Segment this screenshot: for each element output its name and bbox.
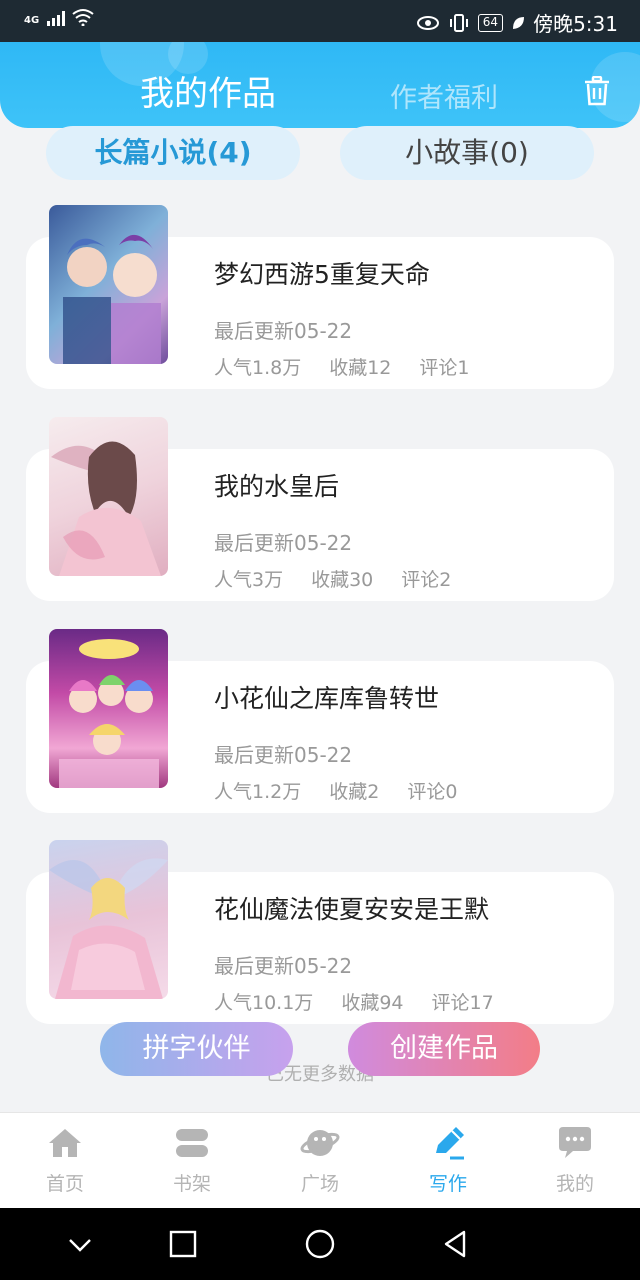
wifi-icon xyxy=(72,9,94,26)
favorites: 收藏2 xyxy=(329,781,380,803)
nav-label: 首页 xyxy=(45,1173,84,1195)
tab-stories[interactable]: 小故事(0) xyxy=(340,126,594,180)
planet-icon xyxy=(300,1130,340,1156)
popularity: 人气1.8万 xyxy=(214,357,302,379)
work-stats: 人气10.1万 收藏94 评论17 xyxy=(214,988,494,1015)
cover-image xyxy=(49,417,168,576)
work-title: 梦幻西游5重复天命 xyxy=(214,260,430,289)
nav-item-home[interactable]: 首页 xyxy=(1,1125,129,1196)
leaf-icon xyxy=(513,16,525,29)
clock: 傍晚5:31 xyxy=(533,12,618,36)
pen-icon xyxy=(436,1127,464,1160)
nav-item-square[interactable]: 广场 xyxy=(256,1125,384,1196)
recents-icon[interactable] xyxy=(167,1228,199,1260)
status-left: 4G xyxy=(24,8,95,26)
cover-image xyxy=(49,840,168,999)
work-card[interactable]: 小花仙之库库鲁转世 最后更新05-22 人气1.2万 收藏2 评论0 xyxy=(0,629,640,819)
tab-author-benefits[interactable]: 作者福利 xyxy=(390,76,498,115)
eye-icon xyxy=(416,15,439,30)
work-updated: 最后更新05-22 xyxy=(214,743,353,767)
comments: 评论0 xyxy=(407,781,458,803)
work-title: 花仙魔法使夏安安是王默 xyxy=(214,895,490,924)
tab-my-works[interactable]: 我的作品 xyxy=(140,66,276,115)
cover-image xyxy=(49,205,168,364)
popularity: 人气10.1万 xyxy=(214,992,314,1014)
work-updated: 最后更新05-22 xyxy=(214,954,353,978)
back-icon[interactable] xyxy=(440,1228,472,1260)
nav-item-write[interactable]: 写作 xyxy=(384,1125,512,1196)
favorites: 收藏30 xyxy=(311,569,374,591)
work-stats: 人气3万 收藏30 评论2 xyxy=(214,565,451,592)
chevron-down-icon[interactable] xyxy=(64,1228,96,1260)
home-circle-icon[interactable] xyxy=(304,1228,336,1260)
status-bar: 4G 64 傍晚5:31 xyxy=(0,0,640,42)
nav-item-me[interactable]: 我的 xyxy=(511,1125,639,1196)
popularity: 人气1.2万 xyxy=(214,781,302,803)
create-work-button[interactable]: 创建作品 xyxy=(348,1022,540,1076)
header: 我的作品 作者福利 xyxy=(0,42,640,128)
work-card[interactable]: 我的水皇后 最后更新05-22 人气3万 收藏30 评论2 xyxy=(0,417,640,607)
signal-icon xyxy=(47,10,66,26)
chat-bubble-icon xyxy=(559,1127,591,1158)
bookshelf-icon xyxy=(176,1129,208,1157)
comments: 评论2 xyxy=(401,569,452,591)
work-stats: 人气1.2万 收藏2 评论0 xyxy=(214,777,457,804)
tab-novels[interactable]: 长篇小说(4) xyxy=(46,126,300,180)
subtabs: 长篇小说(4) 小故事(0) xyxy=(0,126,640,182)
nav-label: 广场 xyxy=(300,1173,339,1195)
nav-label: 写作 xyxy=(428,1173,467,1195)
status-right: 64 傍晚5:31 xyxy=(416,8,618,37)
work-title: 我的水皇后 xyxy=(214,472,340,501)
work-updated: 最后更新05-22 xyxy=(214,319,353,343)
home-icon xyxy=(49,1129,81,1157)
system-nav-bar xyxy=(0,1208,640,1280)
popularity: 人气3万 xyxy=(214,569,284,591)
vibrate-icon xyxy=(449,13,468,32)
trash-icon[interactable] xyxy=(584,76,610,106)
favorites: 收藏94 xyxy=(341,992,404,1014)
work-stats: 人气1.8万 收藏12 评论1 xyxy=(214,353,470,380)
comments: 评论17 xyxy=(431,992,494,1014)
comments: 评论1 xyxy=(419,357,470,379)
nav-label: 我的 xyxy=(555,1173,594,1195)
nav-item-bookshelf[interactable]: 书架 xyxy=(128,1125,256,1196)
work-updated: 最后更新05-22 xyxy=(214,531,353,555)
network-type: 4G xyxy=(24,15,40,26)
battery-icon: 64 xyxy=(477,13,504,32)
nav-label: 书架 xyxy=(172,1173,211,1195)
favorites: 收藏12 xyxy=(329,357,392,379)
bottom-nav: 首页 书架 广场 写作 我的 xyxy=(0,1112,640,1208)
work-card[interactable]: 花仙魔法使夏安安是王默 最后更新05-22 人气10.1万 收藏94 评论17 xyxy=(0,840,640,1030)
work-title: 小花仙之库库鲁转世 xyxy=(214,684,440,713)
work-card[interactable]: 梦幻西游5重复天命 最后更新05-22 人气1.8万 收藏12 评论1 xyxy=(0,205,640,395)
partner-button[interactable]: 拼字伙伴 xyxy=(100,1022,293,1076)
cover-image xyxy=(49,629,168,788)
no-more-data-text: 已无更多数据 xyxy=(266,1064,374,1085)
